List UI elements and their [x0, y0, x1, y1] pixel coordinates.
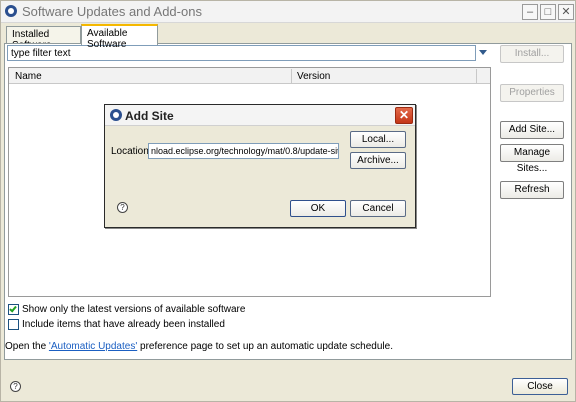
add-site-button[interactable]: Add Site... [500, 121, 564, 139]
column-divider[interactable] [476, 69, 477, 83]
eclipse-icon [110, 109, 122, 121]
message-suffix: preference page to set up an automatic u… [137, 341, 393, 352]
column-divider[interactable] [291, 69, 292, 83]
local-button[interactable]: Local... [350, 131, 406, 148]
automatic-updates-link[interactable]: 'Automatic Updates' [49, 341, 137, 352]
location-input[interactable]: nload.eclipse.org/technology/mat/0.8/upd… [148, 143, 339, 159]
minimize-button[interactable]: – [522, 4, 538, 20]
help-icon[interactable]: ? [10, 381, 21, 392]
dialog-title: Add Site [125, 109, 174, 123]
latest-only-label: Show only the latest versions of availab… [22, 304, 246, 315]
archive-button[interactable]: Archive... [350, 152, 406, 169]
manage-sites-button[interactable]: Manage Sites... [500, 144, 564, 174]
install-button[interactable]: Install... [500, 45, 564, 63]
checkmark-icon [9, 304, 17, 313]
filter-input[interactable]: type filter text [7, 45, 476, 61]
include-installed-label: Include items that have already been ins… [22, 319, 225, 330]
table-header [9, 68, 490, 84]
column-version[interactable]: Version [297, 71, 330, 82]
eclipse-icon [5, 5, 17, 17]
properties-button[interactable]: Properties [500, 84, 564, 102]
latest-only-checkbox[interactable] [8, 304, 19, 315]
help-icon[interactable]: ? [117, 202, 128, 213]
ok-button[interactable]: OK [290, 200, 346, 217]
column-name[interactable]: Name [15, 71, 42, 82]
window-close-button[interactable]: ✕ [558, 4, 574, 20]
automatic-updates-message: Open the 'Automatic Updates' preference … [5, 341, 393, 352]
include-installed-checkbox[interactable] [8, 319, 19, 330]
refresh-button[interactable]: Refresh [500, 181, 564, 199]
cancel-button[interactable]: Cancel [350, 200, 406, 217]
chevron-down-icon[interactable] [479, 50, 487, 55]
maximize-button[interactable]: □ [540, 4, 556, 20]
close-icon[interactable]: ✕ [395, 107, 413, 124]
close-button[interactable]: Close [512, 378, 568, 395]
tab-available-software[interactable]: Available Software [81, 24, 158, 50]
location-label: Location: [111, 146, 152, 157]
window-title: Software Updates and Add-ons [22, 4, 202, 19]
message-prefix: Open the [5, 341, 49, 352]
